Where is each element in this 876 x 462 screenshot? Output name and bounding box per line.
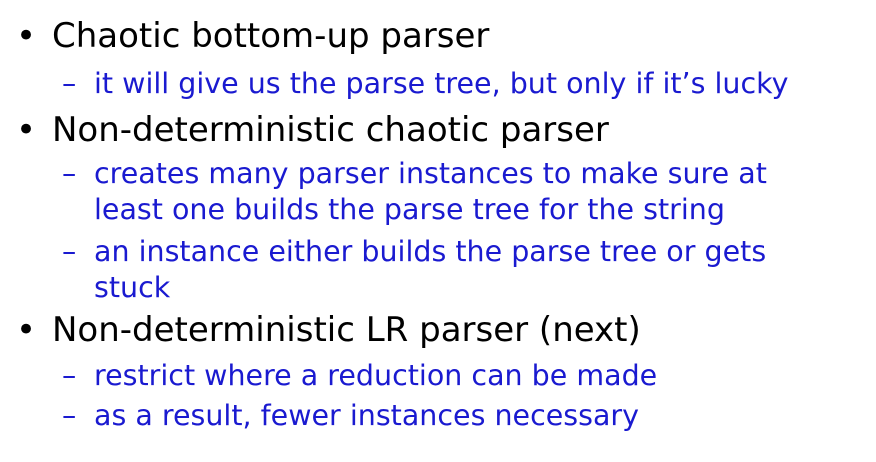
bullet-text: Non-deterministic chaotic parser bbox=[52, 110, 609, 150]
bullet-marker: • bbox=[16, 16, 37, 56]
sub-bullet-marker: – bbox=[62, 157, 77, 190]
slide: • Chaotic bottom-up parser – it will giv… bbox=[0, 0, 876, 462]
sub-bullet-text: creates many parser instances to make su… bbox=[94, 157, 767, 226]
bullet-text: Non-deterministic LR parser (next) bbox=[52, 310, 641, 350]
bullet-marker: • bbox=[16, 110, 37, 150]
sub-bullet-text: it will give us the parse tree, but only… bbox=[94, 67, 789, 100]
sub-bullet-marker: – bbox=[62, 399, 77, 432]
sub-bullet-marker: – bbox=[62, 67, 77, 100]
sub-bullet-text: an instance either builds the parse tree… bbox=[94, 235, 767, 304]
sub-bullet-text: restrict where a reduction can be made bbox=[94, 359, 658, 392]
bullet-marker: • bbox=[16, 310, 37, 350]
sub-bullet-marker: – bbox=[62, 359, 77, 392]
sub-bullet-text: as a result, fewer instances necessary bbox=[94, 399, 640, 432]
sub-bullet-marker: – bbox=[62, 235, 77, 268]
bullet-text: Chaotic bottom-up parser bbox=[52, 16, 490, 56]
